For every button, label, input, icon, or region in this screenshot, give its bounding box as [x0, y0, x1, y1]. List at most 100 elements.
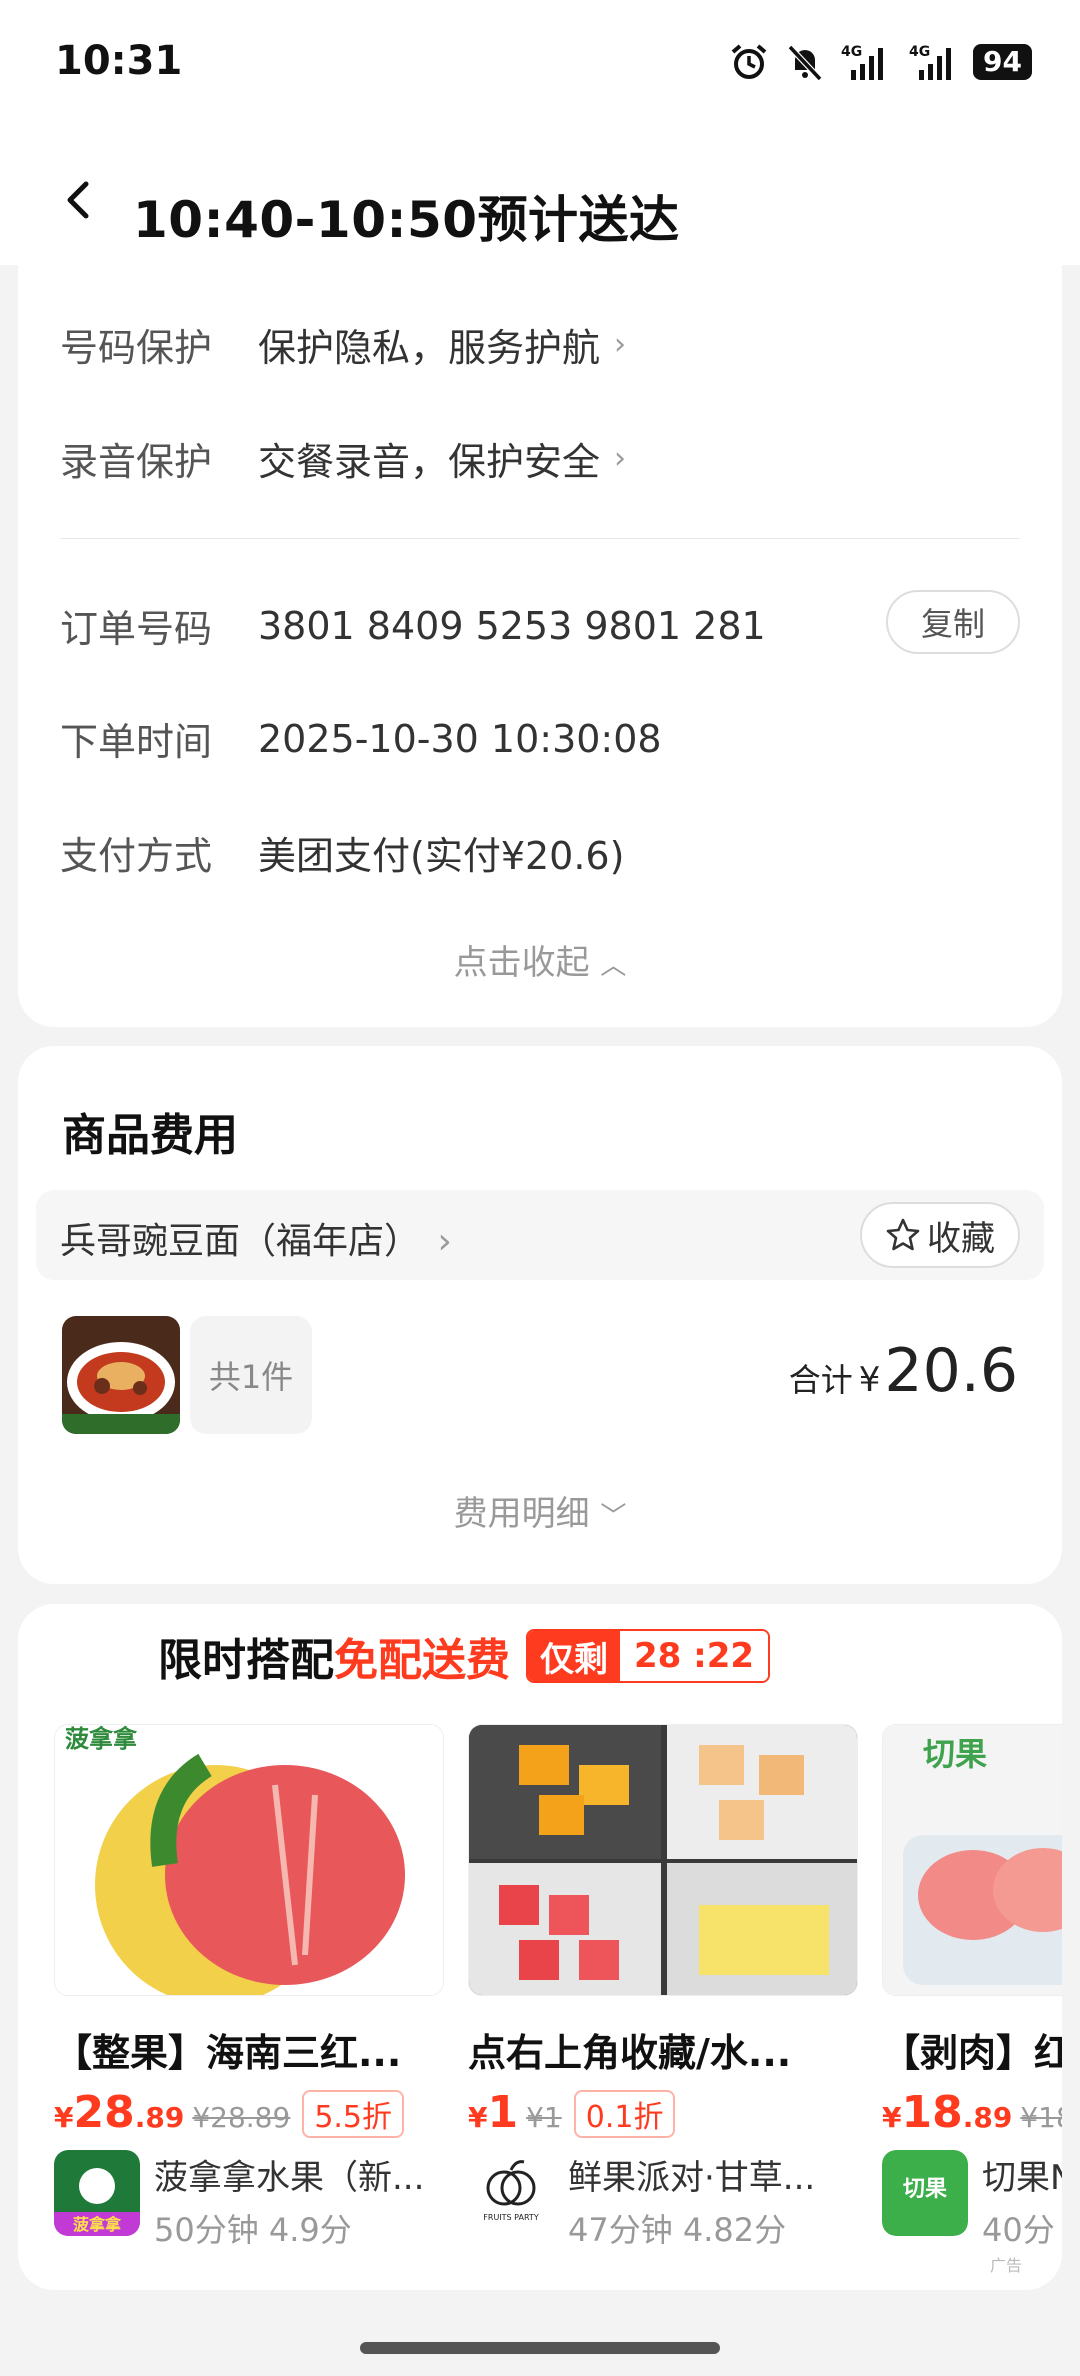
product-card[interactable]: 点右上角收藏/水... ¥ 1 ¥1 0.1折 FRUITS PARTY 鲜果派…: [468, 1724, 858, 2251]
mute-bell-icon: [787, 44, 823, 82]
home-indicator[interactable]: [360, 2342, 720, 2354]
chevron-right-icon: ›: [437, 1221, 452, 1262]
chevron-right-icon: ›: [614, 441, 627, 476]
order-number-row: 订单号码 3801 8409 5253 9801 281: [60, 598, 766, 653]
discount-badge: 5.5折: [302, 2090, 405, 2138]
nav-bar: 10:40-10:50预计送达: [0, 130, 1080, 265]
collapse-label: 点击收起: [453, 943, 590, 983]
promo-title-2: 免配送费: [334, 1635, 510, 1686]
record-protection-row[interactable]: 录音保护 交餐录音，保护安全 ›: [60, 431, 626, 486]
order-time-row: 下单时间 2025-10-30 10:30:08: [60, 711, 662, 766]
shop-meta: 47分钟 4.82分: [568, 2211, 787, 2249]
fee-detail-label: 费用明细: [453, 1494, 590, 1534]
product-thumbnail[interactable]: [62, 1316, 180, 1434]
collapse-toggle[interactable]: 点击收起 ︿: [18, 935, 1062, 984]
shop-meta: 40分: [982, 2211, 1055, 2249]
number-protection-label: 号码保护: [60, 326, 213, 370]
price-integer: 28: [73, 2087, 135, 2138]
order-info-card: 号码保护 保护隐私，服务护航 › 录音保护 交餐录音，保护安全 › 订单号码 3…: [18, 265, 1062, 1027]
shop-logo-text: FRUITS PARTY: [483, 2213, 539, 2222]
shop-logo-text: 菠拿拿: [73, 2215, 122, 2234]
goods-section-title: 商品费用: [62, 1110, 238, 1161]
shop-info: 切果 切果N 40分: [882, 2150, 1062, 2251]
page-title: 10:40-10:50预计送达: [133, 191, 680, 249]
total-label: 合计: [788, 1361, 853, 1399]
signal-4g-icon: 4G: [841, 44, 884, 80]
product-name: 【整果】海南三红...: [54, 2031, 402, 2075]
payment-value: 美团支付(实付¥20.6): [258, 834, 625, 878]
status-time: 10:31: [55, 38, 183, 84]
ad-tag: 广告: [989, 2256, 1022, 2275]
item-count: 共1件: [190, 1316, 312, 1434]
promo-title-1: 限时搭配: [158, 1635, 334, 1686]
number-protection-value: 保护隐私，服务护航: [258, 326, 601, 370]
countdown-timer: 仅剩 28 :22: [526, 1629, 771, 1683]
shop-info: FRUITS PARTY 鲜果派对·甘草... 47分钟 4.82分: [468, 2150, 858, 2251]
status-bar: 10:31 4G 4G 94: [0, 0, 1080, 130]
noodle-image-icon: [62, 1316, 180, 1434]
record-protection-value: 交餐录音，保护安全: [258, 440, 601, 484]
order-number-value: 3801 8409 5253 9801 281: [258, 603, 766, 648]
back-arrow-icon[interactable]: [60, 180, 100, 220]
product-image: 切果: [882, 1724, 1062, 1996]
star-icon: [886, 1218, 920, 1251]
timer-value: 28 :22: [620, 1631, 769, 1681]
shop-name: 兵哥豌豆面（福年店） ›: [60, 1212, 452, 1264]
product-image-brand: 切果: [923, 1735, 987, 1773]
timer-label: 仅剩: [528, 1631, 620, 1681]
price-decimal: .89: [962, 2101, 1013, 2134]
product-image: 菠拿拿: [54, 1724, 444, 1996]
copy-button[interactable]: 复制: [886, 590, 1020, 654]
shop-logo-icon: 切果: [882, 2150, 968, 2236]
shop-info: 菠拿拿 菠拿拿水果（新... 50分钟 4.9分: [54, 2150, 444, 2251]
fee-detail-toggle[interactable]: 费用明细 ﹀: [18, 1486, 1062, 1535]
shop-name: 菠拿拿水果（新...: [154, 2158, 425, 2198]
price-row: ¥ 1 ¥1 0.1折: [468, 2087, 858, 2138]
shop-logo-text: 切果: [903, 2177, 947, 2202]
payment-label: 支付方式: [60, 834, 213, 878]
chevron-right-icon: ›: [614, 327, 627, 362]
product-name: 点右上角收藏/水...: [468, 2031, 792, 2075]
bottom-area: [0, 2290, 1080, 2376]
alarm-icon: [731, 44, 767, 79]
total-amount: 合计 ¥ 20.6: [789, 1336, 1018, 1406]
chevron-up-icon: ︿: [600, 951, 627, 981]
product-card[interactable]: 切果 【剥肉】红 ¥ 18 .89 ¥18.8 切果 切果N 40分: [882, 1724, 1062, 2251]
price-currency: ¥: [882, 2101, 902, 2134]
shop-logo-icon: FRUITS PARTY: [468, 2150, 554, 2236]
chevron-down-icon: ﹀: [600, 1502, 627, 1532]
status-icons: 4G 4G 94: [729, 42, 1032, 82]
original-price: ¥1: [526, 2101, 562, 2134]
promo-card: 限时搭配 免配送费 仅剩 28 :22 菠拿拿 【整果】海南三红... ¥ 28…: [18, 1604, 1062, 2290]
shop-name: 切果N: [982, 2158, 1062, 2198]
favorite-button[interactable]: 收藏: [860, 1202, 1020, 1268]
order-time-label: 下单时间: [60, 720, 213, 764]
price-integer: 18: [901, 2087, 963, 2138]
promo-header: 限时搭配 免配送费 仅剩 28 :22: [158, 1624, 771, 1688]
svg-text:4G: 4G: [909, 44, 930, 60]
shop-name: 鲜果派对·甘草...: [568, 2158, 816, 2198]
svg-text:4G: 4G: [841, 44, 862, 60]
price-row: ¥ 18 .89 ¥18.8: [882, 2087, 1062, 2138]
original-price: ¥28.89: [192, 2101, 291, 2134]
divider: [60, 538, 1020, 539]
shop-name-text: 兵哥豌豆面（福年店）: [60, 1221, 421, 1262]
price-currency: ¥: [54, 2101, 74, 2134]
discount-badge: 0.1折: [573, 2090, 676, 2138]
shop-row[interactable]: 兵哥豌豆面（福年店） › 收藏: [36, 1190, 1044, 1280]
product-name: 【剥肉】红: [882, 2031, 1062, 2075]
number-protection-row[interactable]: 号码保护 保护隐私，服务护航 ›: [60, 317, 626, 372]
price-decimal: .89: [134, 2101, 185, 2134]
price-integer: 1: [487, 2087, 519, 2138]
signal-4g-icon-2: 4G: [909, 44, 952, 80]
battery-indicator: 94: [973, 44, 1032, 80]
price-row: ¥ 28 .89 ¥28.89 5.5折: [54, 2087, 444, 2138]
product-image: [468, 1724, 858, 1996]
pomelo-image-icon: 菠拿拿: [55, 1725, 443, 1995]
total-value: 20.6: [884, 1336, 1018, 1406]
product-card[interactable]: 菠拿拿 【整果】海南三红... ¥ 28 .89 ¥28.89 5.5折 菠拿拿…: [54, 1724, 444, 2251]
payment-row: 支付方式 美团支付(实付¥20.6): [60, 825, 624, 880]
total-currency: ¥: [858, 1360, 881, 1400]
shop-logo-icon: 菠拿拿: [54, 2150, 140, 2236]
peeled-fruit-image-icon: 切果: [883, 1725, 1062, 1995]
